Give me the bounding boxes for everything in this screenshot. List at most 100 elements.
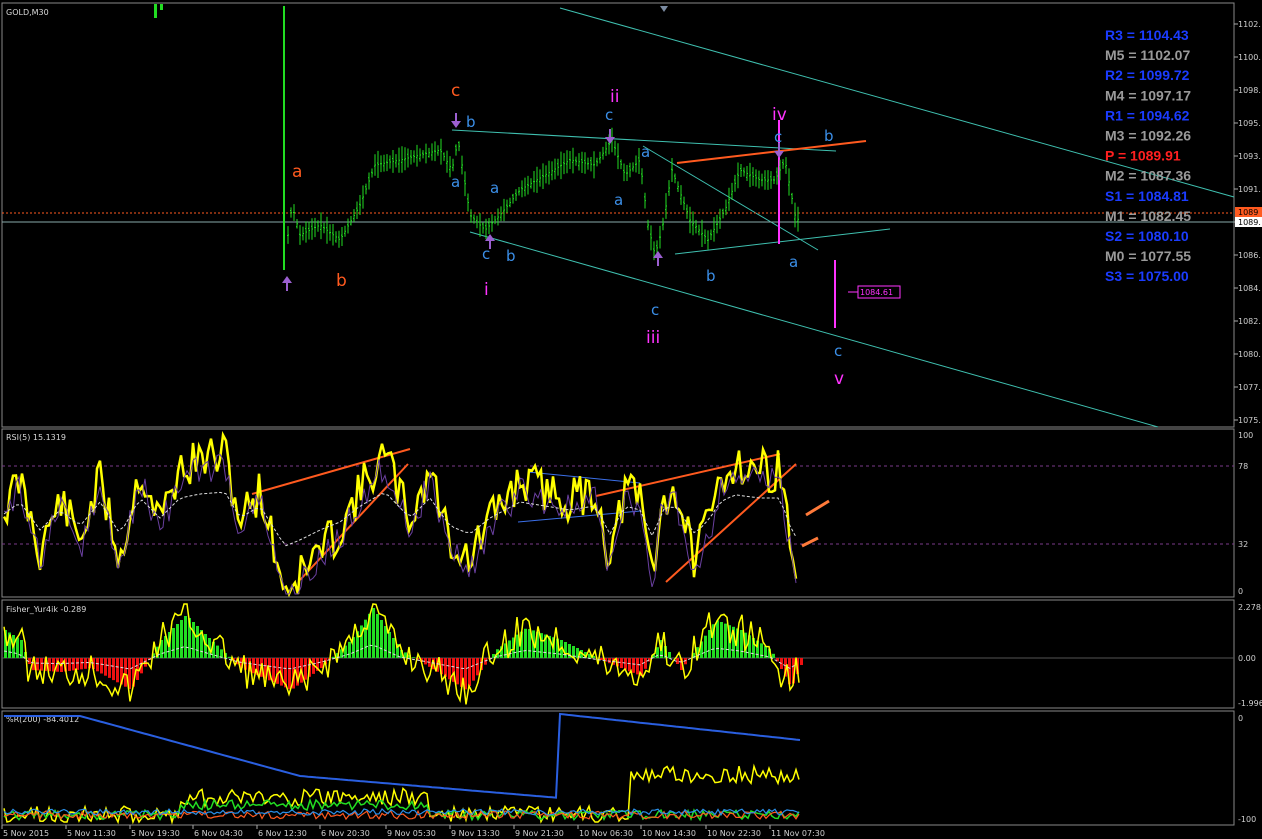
fisher-bar-up [524,628,527,658]
fisher-bar-down [104,658,107,676]
time-axis-label: 6 Nov 04:30 [194,829,243,838]
time-axis-label: 9 Nov 05:30 [387,829,436,838]
wave-label: a [490,179,499,197]
fisher-bar-down [276,658,279,684]
fisher-bar-up [348,641,351,658]
fisher-bar-down [100,658,103,674]
fisher-bar-down [800,658,803,665]
fisher-bar-down [468,658,471,686]
price-tags: 1089 1089. [1235,207,1262,227]
fisher-bar-down [96,658,99,672]
wave-label: ii [610,87,619,107]
fisher-bar-down [624,658,627,670]
main-panel[interactable]: GOLD,M30 1102. 1100. 1098. 1095. 1093. 1091. 1… [1,2,1261,428]
wpr-axis-label: 0 [1238,714,1243,723]
time-axis-label: 5 Nov 11:30 [67,829,116,838]
fisher-bar-down [80,658,83,670]
wave-label: iii [646,328,660,348]
wave-label: iv [772,105,787,125]
wpr-axis: 0 -100 [1238,714,1256,824]
wave-label: c [482,245,490,263]
pivot-label: S2 = 1080.10 [1105,228,1189,244]
pivot-label: S1 = 1084.81 [1105,188,1189,204]
wave-label: a [451,173,460,191]
rsi-panel[interactable]: RSI(5) 15.1319 100 78 32 0 [1,428,1253,598]
fisher-bar-down [628,658,631,672]
fisher-bar-down [112,658,115,681]
fisher-bar-down [84,658,87,669]
fisher-bar-up [772,653,775,658]
price-axis-label: 1102. [1238,20,1261,29]
fisher-axis: 2.278 0.00 -1.996 [1238,603,1262,708]
rsi-axis: 100 78 32 0 [1238,431,1253,596]
fisher-bar-down [68,658,71,671]
price-axis-label: 1075. [1238,416,1261,425]
pivot-label: M2 = 1087.36 [1105,168,1191,184]
fisher-bar-up [704,635,707,658]
pivot-label: R1 = 1094.62 [1105,107,1190,123]
fisher-bar-up [332,656,335,658]
wave-label: v [834,369,844,389]
price-axis-label: 1084. [1238,284,1261,293]
fisher-axis-label: 2.278 [1238,603,1261,612]
price-axis-label: 1091. [1238,185,1261,194]
candle [160,4,163,10]
time-axis-label: 10 Nov 06:30 [579,829,633,838]
fisher-bar-down [448,658,451,680]
fisher-bar-up [376,614,379,658]
fisher-bar-down [632,658,635,673]
wave-label: b [506,247,516,265]
wave-label: a [292,162,302,182]
price-axis-label: 1098. [1238,86,1261,95]
wave-label: b [706,267,716,285]
fisher-bar-down [288,658,291,690]
fisher-bar-up [196,626,199,658]
fisher-bar-up [184,616,187,658]
fisher-bar-up [380,620,383,658]
fisher-bar-down [320,658,323,668]
wave-label: b [336,271,347,291]
time-axis-label: 10 Nov 14:30 [642,829,696,838]
time-axis-label: 5 Nov 19:30 [131,829,180,838]
fisher-bar-down [72,658,75,671]
fisher-bar-down [36,658,39,671]
fisher-axis-label: 0.00 [1238,654,1256,663]
fisher-bar-down [40,658,43,671]
price-axis-label: 1086. [1238,251,1261,260]
price-axis-label: 1093. [1238,152,1261,161]
fisher-bar-down [472,658,475,681]
rsi-axis-label: 100 [1238,431,1253,440]
main-panel-title: GOLD,M30 [6,8,49,17]
time-axis-label: 9 Nov 13:30 [451,829,500,838]
price-axis-label: 1077. [1238,383,1261,392]
fisher-bar-up [412,657,415,658]
fisher-bar-up [564,642,567,658]
fisher-bar-up [228,656,231,658]
fisher-bar-up [364,619,367,658]
trading-chart[interactable]: GOLD,M30 1102. 1100. 1098. 1095. 1093. 1091. 1… [0,0,1262,839]
time-axis-label: 9 Nov 21:30 [515,829,564,838]
fisher-bar-up [204,634,207,658]
wave-label: c [605,106,613,124]
rsi-panel-title: RSI(5) 15.1319 [6,433,66,442]
fisher-bar-down [476,658,479,676]
time-axis-label: 11 Nov 07:30 [771,829,825,838]
pivot-label: M3 = 1092.26 [1105,128,1191,144]
pivot-label: R3 = 1104.43 [1105,27,1189,43]
fisher-bar-up [720,622,723,658]
fisher-bar-up [668,652,671,658]
wave-label: c [774,128,782,146]
price-axis-label: 1095. [1238,119,1261,128]
fisher-bar-up [180,620,183,658]
pivot-label: M5 = 1102.07 [1105,47,1190,63]
wave-label: a [789,253,798,271]
pivot-label: M1 = 1082.45 [1105,208,1191,224]
fisher-bar-down [116,658,119,683]
fisher-axis-label: -1.996 [1238,699,1262,708]
wave-label: a [641,143,650,161]
pivot-label: R2 = 1099.72 [1105,67,1190,83]
fisher-bar-down [108,658,111,678]
wave-label: b [466,113,476,131]
time-axis: 5 Nov 2015 5 Nov 11:30 5 Nov 19:30 6 Nov 04… [1,825,825,838]
fisher-bar-down [456,658,459,685]
